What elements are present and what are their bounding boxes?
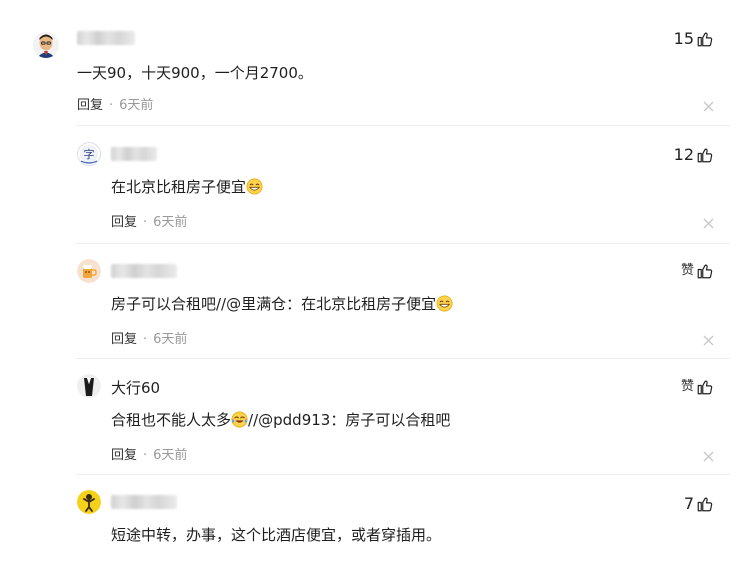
cartoon-beer-icon (77, 259, 101, 283)
reply-button[interactable]: 回复 (77, 98, 103, 113)
comment-text-content: 在北京比租房子便宜 (111, 178, 247, 196)
comment-meta: 回复 · 6天前 (111, 215, 188, 230)
crying-laughing-emoji (231, 411, 248, 428)
avatar[interactable] (77, 490, 101, 514)
comment-text: 短途中转，办事，这个比酒店便宜，或者穿插用。 (111, 526, 442, 544)
reply-item: 字 12 在北京比租房子便宜 回复 · 6天前 (0, 125, 750, 243)
comment-meta: 回复 · 6天前 (111, 332, 188, 347)
close-icon[interactable] (703, 218, 714, 229)
divider (76, 358, 730, 359)
like-label: 赞 (680, 263, 694, 278)
username-redacted[interactable] (111, 264, 177, 278)
close-icon[interactable] (703, 335, 714, 346)
like-button[interactable]: 12 (674, 145, 714, 165)
comment-text-content: 房子可以合租吧//@里满仓：在北京比租房子便宜 (111, 295, 437, 313)
close-icon[interactable] (703, 451, 714, 462)
username-redacted[interactable] (111, 495, 177, 509)
grinning-face-emoji (246, 178, 263, 195)
like-button[interactable]: 赞 (681, 377, 714, 397)
reply-button[interactable]: 回复 (111, 448, 137, 463)
comment-item: 15 一天90，十天900，一个月2700。 回复 · 6天前 (0, 0, 750, 125)
thumbs-up-icon (697, 380, 713, 395)
man-portrait-icon (33, 32, 59, 58)
comment-text: 在北京比租房子便宜 (111, 177, 263, 197)
avatar[interactable] (77, 259, 101, 283)
like-button[interactable]: 15 (674, 29, 714, 49)
reply-item: 7 短途中转，办事，这个比酒店便宜，或者穿插用。 (0, 474, 750, 563)
username[interactable]: 大行60 (111, 379, 160, 397)
avatar[interactable] (77, 374, 101, 398)
comment-text: 一天90，十天900，一个月2700。 (77, 64, 313, 82)
yellow-figure-icon (77, 490, 101, 514)
like-count: 12 (673, 145, 694, 164)
thumbs-up-icon (697, 497, 713, 512)
like-button[interactable]: 赞 (681, 261, 714, 281)
svg-text:字: 字 (84, 147, 95, 161)
thumbs-up-icon (697, 264, 713, 279)
reply-button[interactable]: 回复 (111, 332, 137, 347)
thumbs-up-icon (697, 148, 713, 163)
avatar[interactable]: 字 (77, 142, 101, 166)
comment-text-before: 合租也不能人太多 (111, 411, 232, 429)
timestamp: 6天前 (119, 98, 154, 113)
reply-item: 赞 房子可以合租吧//@里满仓：在北京比租房子便宜 回复 · 6天前 (0, 243, 750, 358)
timestamp: 6天前 (153, 332, 188, 347)
comment-meta: 回复 · 6天前 (111, 448, 188, 463)
divider (76, 243, 730, 244)
timestamp: 6天前 (153, 448, 188, 463)
comment-text-after: //@pdd913：房子可以合租吧 (248, 411, 451, 429)
comment-text: 房子可以合租吧//@里满仓：在北京比租房子便宜 (111, 294, 453, 314)
close-icon[interactable] (703, 101, 714, 112)
like-count: 15 (673, 29, 694, 48)
character-badge-icon: 字 (77, 142, 101, 166)
like-count: 7 (683, 494, 694, 513)
username-redacted[interactable] (111, 147, 157, 161)
username-redacted[interactable] (77, 31, 135, 45)
comment-text: 合租也不能人太多 //@pdd913：房子可以合租吧 (111, 410, 450, 430)
reply-button[interactable]: 回复 (111, 215, 137, 230)
thumbs-up-icon (697, 32, 713, 47)
like-button[interactable]: 7 (684, 494, 714, 514)
black-figure-icon (77, 374, 101, 398)
reply-item: 大行60 赞 合租也不能人太多 //@pdd913：房子可以合租吧 回复 · 6天前 (0, 358, 750, 474)
comment-list: 15 一天90，十天900，一个月2700。 回复 · 6天前 字 12 在北京… (0, 0, 750, 563)
timestamp: 6天前 (153, 215, 188, 230)
like-label: 赞 (680, 379, 694, 394)
comment-meta: 回复 · 6天前 (77, 98, 154, 113)
grinning-face-emoji (436, 295, 453, 312)
divider (76, 125, 730, 126)
avatar[interactable] (33, 32, 59, 58)
divider (76, 474, 730, 475)
